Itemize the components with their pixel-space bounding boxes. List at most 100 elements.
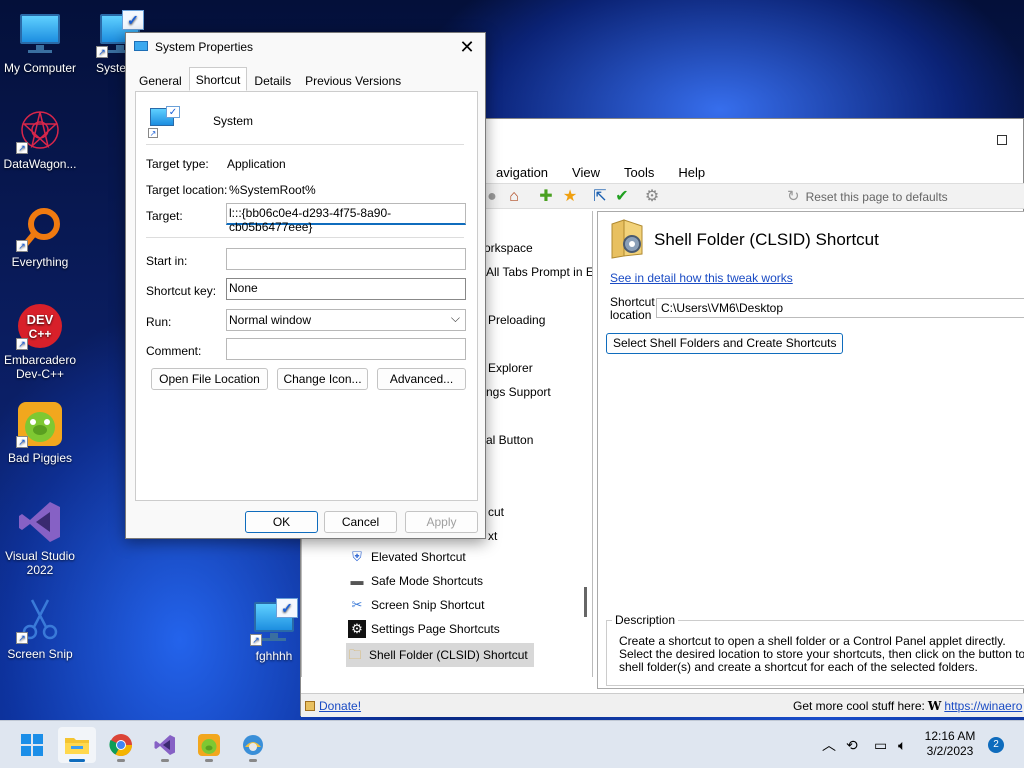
menu-bar: avigation View Tools Help [484,163,717,183]
taskbar: ︿ ⟲ ▭ 🔈︎ 12:16 AM 3/2/2023 2 [0,720,1024,768]
menu-tools[interactable]: Tools [612,163,666,183]
shortcut-location-input[interactable]: C:\Users\VM6\Desktop [656,298,1024,318]
folder-icon: 🗀 [348,647,362,662]
taskbar-bad-piggies[interactable] [190,727,228,763]
open-file-location-button[interactable]: Open File Location [151,368,268,390]
start-in-input[interactable] [226,248,466,270]
sync-icon[interactable]: ⟲ [846,721,858,768]
taskbar-file-explorer[interactable] [58,727,96,763]
gear-icon[interactable]: ⚙ [643,188,661,206]
tree-item[interactable]: al Button [486,433,533,447]
desktop-icon-my-computer[interactable]: My Computer [0,10,80,75]
shortcut-location-label: Shortcut location [610,295,655,322]
start-button[interactable] [13,727,51,763]
desktop-icon-label: Screen Snip [7,647,73,661]
donate-icon [305,701,315,711]
target-input[interactable]: l:::{bb06c0e4-d293-4f75-8a90-cb05b6477ee… [226,203,466,234]
reset-page-button[interactable]: ↻ Reset this page to defaults [787,184,948,210]
desktop-icon-datawagon[interactable]: ↗ DataWagon... [0,106,80,171]
target-type-value: Application [227,157,286,171]
comment-input[interactable] [226,338,466,360]
gear-icon: ⚙ [348,620,366,638]
taskbar-visual-studio[interactable] [146,727,184,763]
volume-icon[interactable]: 🔈︎ [898,721,906,768]
taskbar-winaero[interactable] [234,727,272,763]
tab-previous-versions[interactable]: Previous Versions [298,69,408,91]
desktop-icon-devcpp[interactable]: DEV C++ ↗ Embarcadero Dev-C++ [0,302,80,381]
chevron-down-icon: ⌵ [450,311,460,325]
desktop-icon-bad-piggies[interactable]: ↗ Bad Piggies [0,400,80,465]
check-icon[interactable]: ✔ [613,188,631,206]
tree-item[interactable]: cut [488,505,504,519]
desktop-icon-label: Everything [11,255,69,269]
clock-time: 12:16 AM [924,729,976,743]
star-icon[interactable]: ★ [561,188,579,206]
scissors-icon: ✂ [351,597,363,612]
winaero-url-link[interactable]: https://winaero [944,699,1022,713]
folder-gear-icon [608,218,646,260]
tree-item[interactable]: Explorer [488,361,533,375]
desktop-icon-system[interactable]: ✓ ↗ Syste [78,10,144,75]
menu-navigation[interactable]: avigation [484,163,560,183]
ok-button[interactable]: OK [245,511,318,533]
notification-badge[interactable]: 2 [988,737,1004,753]
tree-item-elevated-shortcut[interactable]: ⛨ Elevated Shortcut [348,548,466,566]
tweak-details-link[interactable]: See in detail how this tweak works [610,271,793,285]
visual-studio-icon [16,498,64,546]
tree-item-settings-page-shortcuts[interactable]: ⚙ Settings Page Shortcuts [348,620,500,638]
home-icon[interactable]: ⌂ [505,188,523,206]
shortcut-key-input[interactable]: None [226,278,466,300]
network-icon[interactable]: ▭ [874,721,887,768]
description-group: Description Create a shortcut to open a … [606,613,1024,686]
change-icon-button[interactable]: Change Icon... [277,368,368,390]
tree-item[interactable]: ngs Support [486,385,551,399]
tree-item[interactable]: orkspace [484,241,533,255]
maximize-button[interactable] [997,135,1007,145]
tree-item-screen-snip-shortcut[interactable]: ✂ Screen Snip Shortcut [348,596,485,614]
system-shortcut-icon: ✓ ↗ [148,106,180,138]
desktop-icon-screen-snip[interactable]: ↗ Screen Snip [0,596,80,661]
apply-button[interactable]: Apply [405,511,478,533]
tree-item[interactable]: xt [488,529,497,543]
cancel-button[interactable]: Cancel [324,511,397,533]
system-shortcut-icon: ✓ ↗ [250,598,298,646]
desktop-icon-label: Bad Piggies [7,451,73,465]
shortcut-key-label: Shortcut key: [146,284,217,298]
donate-link[interactable]: Donate! [305,699,361,713]
chrome-icon [109,734,132,756]
run-select[interactable]: Normal window ⌵ [226,309,466,331]
target-location-label: Target location: [146,183,228,197]
tab-general[interactable]: General [132,69,189,91]
select-shell-folders-button[interactable]: Select Shell Folders and Create Shortcut… [606,333,844,354]
tree-item-safe-mode-shortcuts[interactable]: ▬ Safe Mode Shortcuts [348,572,484,590]
tree-item-shell-folder-shortcut[interactable]: 🗀 Shell Folder (CLSID) Shortcut [346,643,534,667]
scissors-icon: ↗ [16,596,64,644]
close-icon: ✕ [459,37,475,57]
svg-text:C++: C++ [29,327,52,341]
shortcut-tab-panel: ✓ ↗ System Target type: Application Targe… [135,91,478,501]
status-bar: Donate! Get more cool stuff here: Whttps:… [301,693,1024,717]
tab-shortcut[interactable]: Shortcut [188,67,248,91]
tab-details[interactable]: Details [247,69,298,91]
desktop-icon-visual-studio[interactable]: Visual Studio 2022 [0,498,80,577]
taskbar-chrome[interactable] [102,727,140,763]
tree-item[interactable]: All Tabs Prompt in E [486,265,592,279]
add-bookmark-icon[interactable]: ✚ [537,188,555,206]
export-icon[interactable]: ⇱ [591,188,609,206]
advanced-button[interactable]: Advanced... [377,368,466,390]
desktop-icon-label: DataWagon... [3,157,77,171]
desktop-icon-everything[interactable]: ↗ Everything [0,204,80,269]
shield-icon: ⛨ [352,549,362,564]
chevron-up-icon[interactable]: ︿ [822,721,836,768]
desktop-icon-label: Visual Studio 2022 [5,549,75,577]
tree-scrollbar[interactable] [584,587,587,617]
tree-item[interactable]: Preloading [488,313,545,327]
shortcut-name: System [213,114,254,128]
divider [146,144,464,145]
close-button[interactable]: ✕ [457,37,477,57]
divider [146,237,464,238]
clock[interactable]: 12:16 AM 3/2/2023 [920,729,980,759]
menu-view[interactable]: View [560,163,612,183]
menu-help[interactable]: Help [666,163,717,183]
everything-search-icon: ↗ [16,204,64,252]
